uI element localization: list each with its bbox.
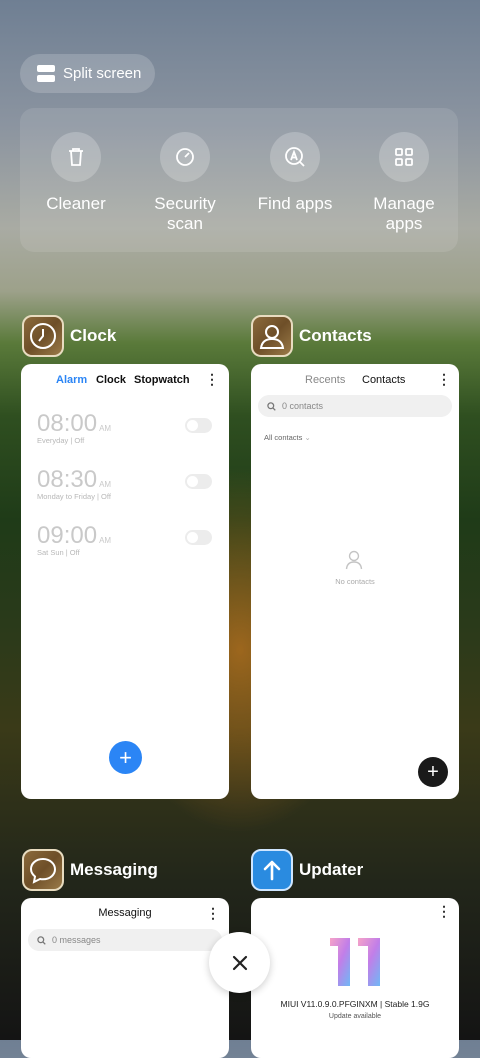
messaging-app-header[interactable]: Messaging [22, 849, 158, 891]
update-version-text: MIUI V11.0.9.0.PFGINXM | Stable 1.9G [280, 999, 430, 1009]
chevron-down-icon: ⌄ [304, 433, 311, 442]
tab-clock[interactable]: Clock [96, 374, 126, 386]
manage-apps-label: Manage apps [373, 194, 435, 233]
messaging-icon [22, 849, 64, 891]
miui-11-logo [328, 936, 382, 993]
alarm-toggle[interactable] [185, 474, 212, 489]
find-apps-button[interactable]: Find apps [245, 132, 345, 214]
alarm-repeat: Sat Sun | Off [37, 548, 80, 557]
updater-icon [251, 849, 293, 891]
update-status-text: Update available [328, 1013, 382, 1020]
add-contact-button[interactable]: + [418, 757, 448, 787]
messaging-title: Messaging [98, 907, 152, 919]
close-all-button[interactable] [209, 932, 270, 993]
tab-stopwatch[interactable]: Stopwatch [134, 374, 190, 386]
tab-contacts[interactable]: Contacts [362, 374, 405, 386]
split-screen-button[interactable]: Split screen [20, 54, 155, 93]
cleaner-label: Cleaner [46, 194, 106, 213]
messaging-app-name: Messaging [70, 860, 158, 879]
alarm-time: 08:30 AM [37, 466, 112, 493]
tab-alarm[interactable]: Alarm [56, 374, 87, 386]
alarm-repeat: Everyday | Off [37, 436, 85, 445]
alarm-time: 09:00 AM [37, 522, 112, 549]
contacts-app-header[interactable]: Contacts [251, 315, 372, 357]
search-placeholder: 0 messages [52, 935, 101, 945]
clock-app-header[interactable]: Clock [22, 315, 116, 357]
contacts-app-card[interactable]: Recents Contacts ⋮ 0 contacts All contac… [251, 364, 459, 799]
empty-state-text: No contacts [335, 577, 375, 586]
contacts-search-input[interactable]: 0 contacts [258, 395, 452, 417]
more-options-icon[interactable]: ⋮ [206, 906, 220, 920]
alarm-toggle[interactable] [185, 418, 212, 433]
split-screen-icon [37, 65, 55, 82]
manage-apps-button[interactable]: Manage apps [354, 132, 454, 234]
security-scan-button[interactable]: Security scan [135, 132, 235, 234]
contacts-app-name: Contacts [299, 326, 372, 345]
tab-recents[interactable]: Recents [305, 374, 345, 386]
find-apps-label: Find apps [257, 194, 333, 213]
more-options-icon[interactable]: ⋮ [437, 372, 451, 386]
security-scan-label: Security scan [154, 194, 216, 233]
search-icon [267, 401, 276, 411]
close-icon [232, 955, 247, 970]
clock-app-card[interactable]: Alarm Clock Stopwatch ⋮ 08:00 AM Everyday… [21, 364, 229, 799]
quick-actions-panel: Cleaner Security scan Find apps Manage a… [20, 108, 458, 252]
security-scan-icon [160, 132, 210, 182]
cleaner-button[interactable]: Cleaner [26, 132, 126, 214]
trash-icon [51, 132, 101, 182]
add-alarm-button[interactable]: + [109, 741, 142, 774]
updater-app-card[interactable]: ⋮ MIUI V11.0.9.0.PFGINXM | Stable 1.9G U… [251, 898, 459, 1058]
search-icon [37, 935, 46, 945]
search-placeholder: 0 contacts [282, 401, 324, 411]
updater-app-header[interactable]: Updater [251, 849, 363, 891]
alarm-toggle[interactable] [185, 530, 212, 545]
more-options-icon[interactable]: ⋮ [437, 904, 451, 918]
clock-icon [22, 315, 64, 357]
alarm-repeat: Monday to Friday | Off [37, 492, 111, 501]
contacts-icon [251, 315, 293, 357]
grid-icon [379, 132, 429, 182]
split-screen-label: Split screen [63, 65, 142, 82]
updater-app-name: Updater [299, 860, 364, 879]
alarm-time: 08:00 AM [37, 410, 112, 437]
messaging-app-card[interactable]: Messaging ⋮ 0 messages [21, 898, 229, 1058]
contacts-filter-dropdown[interactable]: All contacts ⌄ [264, 433, 311, 442]
clock-app-name: Clock [70, 326, 117, 345]
messages-search-input[interactable]: 0 messages [28, 929, 222, 951]
empty-person-icon [345, 550, 363, 575]
find-apps-icon [270, 132, 320, 182]
more-options-icon[interactable]: ⋮ [205, 372, 219, 386]
